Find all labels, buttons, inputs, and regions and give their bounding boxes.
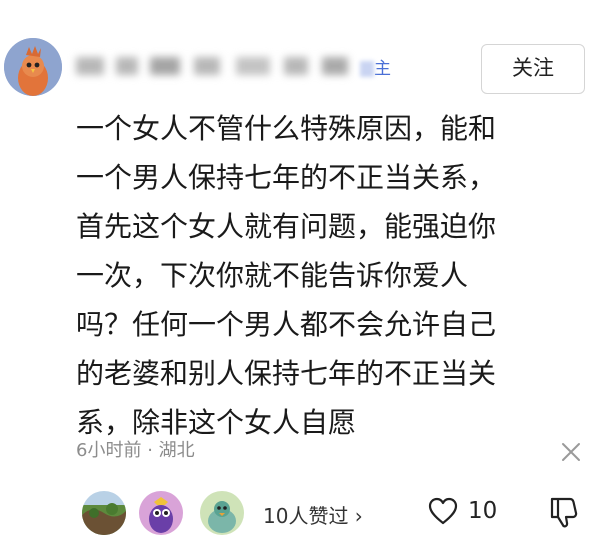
- username-blurred: [76, 51, 354, 81]
- like-count: 10: [468, 498, 498, 524]
- comment-meta: 6小时前 · 湖北: [76, 436, 195, 462]
- user-avatar[interactable]: [4, 38, 62, 96]
- bird-avatar-icon: [4, 38, 62, 96]
- comment-location: 湖北: [158, 440, 195, 461]
- comment-line: 一个女人不管什么特殊原因，能和: [76, 112, 497, 145]
- comment-time: 6小时前: [76, 440, 142, 461]
- liker-avatar[interactable]: [200, 491, 244, 535]
- comment-line: 吗？任何一个男人都不会允许自己: [76, 308, 497, 341]
- follow-button[interactable]: 关注: [481, 44, 585, 94]
- close-icon[interactable]: [560, 441, 582, 463]
- meta-separator: ·: [147, 440, 153, 461]
- comment-line: 首先这个女人就有问题，能强迫你: [76, 210, 497, 243]
- liker-avatar[interactable]: [82, 491, 126, 535]
- heart-icon[interactable]: [428, 497, 458, 525]
- likes-summary-link[interactable]: 10人赞过 ›: [263, 500, 363, 529]
- thumbs-down-icon[interactable]: [548, 496, 578, 528]
- comment-line: 一次，下次你就不能告诉你爱人: [76, 259, 469, 292]
- comment-line: 的老婆和别人保持七年的不正当关: [76, 357, 497, 390]
- comment-text: 一个女人不管什么特殊原因，能和 一个男人保持七年的不正当关系， 首先这个女人就有…: [76, 104, 576, 447]
- comment-line: 一个男人保持七年的不正当关系，: [76, 161, 497, 194]
- liker-avatar[interactable]: [139, 491, 183, 535]
- user-tag: 主: [360, 56, 391, 82]
